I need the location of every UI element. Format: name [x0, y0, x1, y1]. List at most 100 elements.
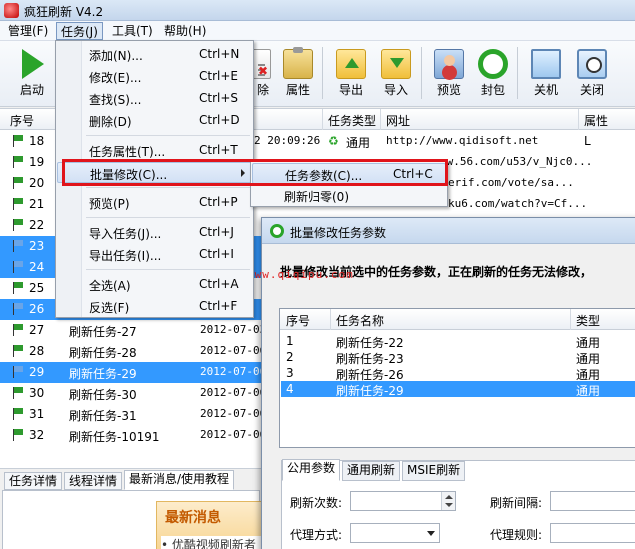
- row-no: 23: [29, 239, 45, 253]
- menu-item-edit[interactable]: 修改(E)... Ctrl+E: [57, 66, 253, 87]
- start-label: 启动: [19, 83, 44, 97]
- flag-icon: [13, 303, 24, 315]
- tab-common-params[interactable]: 公用参数: [282, 459, 341, 481]
- menu-item-label: 修改(E)...: [89, 71, 142, 85]
- news-line[interactable]: • 优酷视频刷新者: [161, 536, 269, 549]
- menu-separator: [86, 187, 250, 188]
- preview-button[interactable]: 预览: [429, 45, 469, 105]
- row-name: 刷新任务-27: [69, 325, 137, 339]
- menu-item-add[interactable]: 添加(N)... Ctrl+N: [57, 44, 253, 65]
- menu-item-shortcut: Ctrl+P: [199, 195, 238, 209]
- flag-icon: [13, 177, 24, 189]
- shutdown-label: 关机: [533, 83, 558, 97]
- menu-task[interactable]: 任务(J): [56, 22, 103, 40]
- toolbar-separator: [517, 47, 518, 99]
- refresh-interval-input[interactable]: [550, 491, 635, 511]
- table-row[interactable]: 4 刷新任务-29 通用: [281, 381, 635, 398]
- import-button[interactable]: 导入: [376, 45, 416, 105]
- proxy-mode-select[interactable]: [350, 523, 440, 543]
- flag-icon: [13, 198, 24, 210]
- chevron-down-icon: [427, 531, 435, 536]
- tab-thread-details[interactable]: 线程详情: [64, 472, 123, 490]
- menu-item-label: 预览(P): [89, 197, 130, 211]
- menu-item-label: 导入任务(J)...: [89, 227, 162, 241]
- refresh-count-input[interactable]: [350, 491, 456, 511]
- spinner-icon[interactable]: [441, 492, 455, 510]
- row-name: 刷新任务-10191: [69, 430, 160, 444]
- row-type: 通用: [576, 384, 601, 398]
- row-url: ku6.com/watch?v=Cf...: [448, 197, 588, 210]
- menu-item-export-task[interactable]: 导出任务(I)... Ctrl+I: [57, 244, 253, 265]
- flag-icon: [13, 387, 24, 399]
- row-no: 24: [29, 260, 45, 274]
- main-window: 疯狂刷新 V4.2 管理(F) 任务(J) 工具(T) 帮助(H) 启动 除 属…: [0, 0, 635, 549]
- tab-task-details[interactable]: 任务详情: [4, 472, 63, 490]
- flag-icon: [13, 408, 24, 420]
- header-type[interactable]: 任务类型: [328, 112, 376, 129]
- export-button[interactable]: 导出: [331, 45, 371, 105]
- clipboard-icon: [283, 47, 313, 79]
- toolbar-separator: [421, 47, 422, 99]
- menu-item-preview[interactable]: 预览(P) Ctrl+P: [57, 192, 253, 213]
- tab-msie-refresh[interactable]: MSIE刷新: [402, 461, 466, 481]
- row-name: 刷新任务-29: [336, 384, 404, 398]
- dialog-list-header: 序号 任务名称 类型: [280, 309, 635, 330]
- tab-news-tutorial[interactable]: 最新消息/使用教程: [124, 470, 235, 490]
- menu-item-reset-refresh[interactable]: 刷新归零(0): [252, 185, 446, 206]
- close-button[interactable]: 关闭: [572, 45, 612, 105]
- seal-button[interactable]: 封包: [473, 45, 513, 105]
- menu-item-invert-selection[interactable]: 反选(F) Ctrl+F: [57, 296, 253, 317]
- header-type[interactable]: 类型: [576, 312, 600, 329]
- table-row[interactable]: 1 刷新任务-22 通用: [281, 333, 635, 350]
- row-no: 1: [286, 334, 294, 348]
- proxy-rule-select[interactable]: [550, 523, 635, 543]
- menu-item-select-all[interactable]: 全选(A) Ctrl+A: [57, 274, 253, 295]
- menu-tools[interactable]: 工具(T): [108, 22, 157, 40]
- menu-item-import-task[interactable]: 导入任务(J)... Ctrl+J: [57, 222, 253, 243]
- play-icon: [22, 49, 44, 79]
- menu-item-delete[interactable]: 删除(D) Ctrl+D: [57, 110, 253, 131]
- table-row[interactable]: 2 刷新任务-23 通用: [281, 349, 635, 366]
- menu-separator: [86, 135, 250, 136]
- flag-icon: [13, 366, 24, 378]
- row-time: 2012-07-06: [200, 344, 267, 357]
- menu-item-shortcut: Ctrl+S: [199, 91, 239, 105]
- app-icon: [4, 3, 19, 18]
- header-separator: [578, 109, 579, 130]
- menu-manage[interactable]: 管理(F): [4, 22, 52, 40]
- header-no[interactable]: 序号: [286, 312, 310, 329]
- batch-edit-dialog: 批量修改任务参数 批量修改当前选中的任务参数，正在刷新的任务无法修改， 序号 任…: [261, 217, 635, 549]
- menu-item-shortcut: Ctrl+A: [199, 277, 239, 291]
- header-attr[interactable]: 属性: [584, 112, 608, 129]
- row-time: 2012-07-06: [200, 365, 267, 378]
- header-no[interactable]: 序号: [10, 112, 34, 129]
- person-icon: [434, 49, 464, 79]
- row-url: ww.56.com/u53/v_Njc0...: [440, 155, 593, 168]
- folder-import-icon: [381, 49, 411, 79]
- row-name: 刷新任务-28: [69, 346, 137, 360]
- row-no: 27: [29, 323, 45, 337]
- tab-general-refresh[interactable]: 通用刷新: [342, 461, 401, 481]
- header-name[interactable]: 任务名称: [336, 312, 384, 329]
- menu-item-shortcut: Ctrl+F: [199, 299, 238, 313]
- toolbar-separator: [322, 47, 323, 99]
- row-time: 2012-07-03: [200, 323, 267, 336]
- flag-icon: [13, 156, 24, 168]
- table-row[interactable]: 3 刷新任务-26 通用: [281, 365, 635, 382]
- menu-item-task-properties[interactable]: 任务属性(T)... Ctrl+T: [57, 140, 253, 161]
- header-separator: [322, 109, 323, 130]
- row-no: 19: [29, 155, 45, 169]
- row-type: 通用: [346, 136, 371, 150]
- properties-button[interactable]: 属性: [278, 45, 318, 105]
- dialog-task-list[interactable]: 序号 任务名称 类型 1 刷新任务-22 通用 2 刷新任务-23 通用 3 刷…: [279, 308, 635, 448]
- menu-help[interactable]: 帮助(H): [160, 22, 210, 40]
- row-no: 32: [29, 428, 45, 442]
- menu-item-find[interactable]: 查找(S)... Ctrl+S: [57, 88, 253, 109]
- import-label: 导入: [383, 83, 408, 97]
- start-button[interactable]: 启动: [12, 45, 52, 105]
- row-no: 30: [29, 386, 45, 400]
- shutdown-button[interactable]: 关机: [526, 45, 566, 105]
- menu-separator: [86, 217, 250, 218]
- header-url[interactable]: 网址: [386, 112, 410, 129]
- header-separator: [380, 109, 381, 130]
